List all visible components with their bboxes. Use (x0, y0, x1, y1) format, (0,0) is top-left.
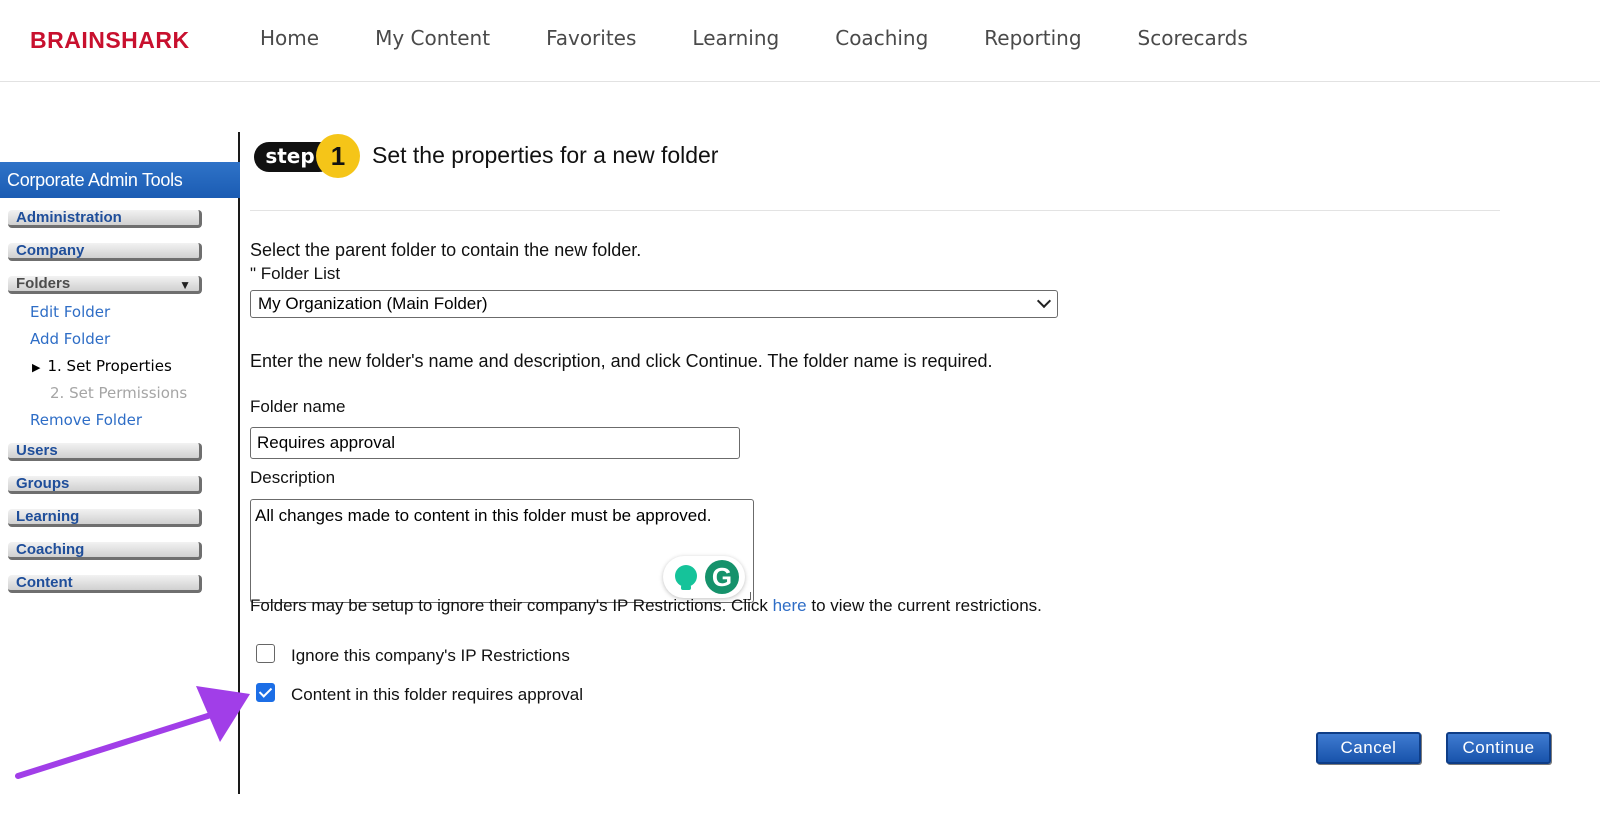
parent-folder-instruction: Select the parent folder to contain the … (250, 240, 642, 260)
nav-favorites[interactable]: Favorites (518, 26, 664, 50)
sidebar-item-learning[interactable]: Learning (8, 509, 202, 527)
sidebar-link-add-folder[interactable]: Add Folder (30, 326, 236, 353)
sidebar-step-set-properties-label: 1. Set Properties (47, 357, 172, 375)
cancel-button[interactable]: Cancel (1316, 732, 1421, 764)
nav-coaching[interactable]: Coaching (807, 26, 956, 50)
ip-restrictions-link[interactable]: here (773, 596, 807, 615)
requires-approval-label: Content in this folder requires approval (291, 685, 583, 704)
continue-button[interactable]: Continue (1446, 732, 1551, 764)
folder-list-label: " Folder List (250, 264, 341, 283)
chevron-down-icon (1036, 293, 1052, 309)
ip-restrictions-note: Folders may be setup to ignore their com… (250, 596, 1042, 616)
folder-name-label: Folder name (250, 397, 346, 416)
description-label: Description (250, 468, 336, 487)
grammarly-widget[interactable]: G (663, 556, 745, 598)
sidebar-item-administration[interactable]: Administration (8, 210, 202, 228)
sidebar-item-folders-label: Folders (16, 275, 71, 292)
sidebar-step-set-properties: ▶ 1. Set Properties (32, 353, 236, 380)
folder-list-select[interactable]: My Organization (Main Folder) (250, 290, 1058, 318)
nav-my-content[interactable]: My Content (347, 26, 518, 50)
annotation-arrow-icon (15, 686, 250, 779)
brainshark-logo[interactable]: BRAINSHARK (30, 27, 190, 54)
sidebar-item-users[interactable]: Users (8, 443, 202, 461)
sidebar-item-coaching[interactable]: Coaching (8, 542, 202, 560)
page-title: Set the properties for a new folder (372, 142, 719, 168)
triangle-down-icon: ▼ (179, 278, 191, 292)
folder-list-selected-value: My Organization (Main Folder) (258, 294, 488, 313)
nav-learning[interactable]: Learning (664, 26, 807, 50)
description-text: All changes made to content in this fold… (255, 506, 712, 525)
step-badge: step 1 (254, 134, 360, 178)
main-nav: Home My Content Favorites Learning Coach… (232, 26, 1276, 50)
sidebar: Corporate Admin Tools Administration Com… (0, 162, 240, 593)
sidebar-title: Corporate Admin Tools (0, 162, 240, 198)
lightbulb-icon (675, 565, 697, 590)
nav-scorecards[interactable]: Scorecards (1110, 26, 1276, 50)
top-navigation-bar: BRAINSHARK Home My Content Favorites Lea… (0, 0, 1600, 82)
divider (250, 210, 1500, 211)
sidebar-link-remove-folder[interactable]: Remove Folder (30, 407, 236, 434)
ip-note-text: Folders may be setup to ignore their com… (250, 596, 773, 615)
triangle-right-icon: ▶ (32, 361, 41, 374)
nav-reporting[interactable]: Reporting (956, 26, 1109, 50)
requires-approval-checkbox[interactable] (256, 683, 275, 702)
name-instruction: Enter the new folder's name and descript… (250, 351, 993, 371)
nav-home[interactable]: Home (232, 26, 347, 50)
ignore-ip-label: Ignore this company's IP Restrictions (291, 646, 570, 665)
ip-note-text-end: to view the current restrictions. (806, 596, 1042, 615)
sidebar-step-set-permissions: 2. Set Permissions (50, 384, 188, 402)
step-number: 1 (316, 134, 360, 178)
sidebar-item-content[interactable]: Content (8, 575, 202, 593)
sidebar-item-company[interactable]: Company (8, 243, 202, 261)
grammarly-icon: G (705, 560, 739, 594)
sidebar-item-folders[interactable]: Folders ▼ (8, 276, 202, 294)
ignore-ip-checkbox[interactable] (256, 644, 275, 663)
folder-name-input[interactable]: Requires approval (250, 427, 740, 459)
sidebar-link-edit-folder[interactable]: Edit Folder (30, 299, 236, 326)
description-textarea[interactable]: All changes made to content in this fold… (250, 499, 754, 603)
sidebar-item-groups[interactable]: Groups (8, 476, 202, 494)
